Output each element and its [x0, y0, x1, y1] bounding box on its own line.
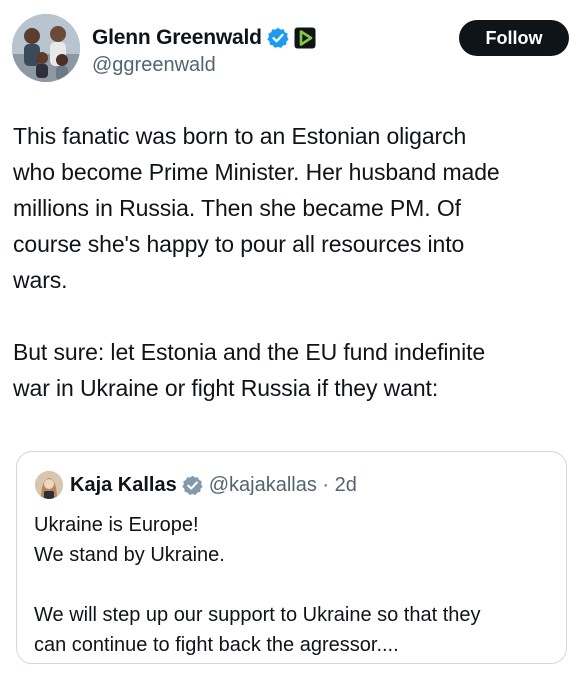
- tweet-header: Glenn Greenwald @ggreenwald Follow: [12, 14, 571, 86]
- quoted-tweet-header: Kaja Kallas @kajakallas · 2d: [35, 470, 357, 500]
- rumble-play-icon[interactable]: [294, 27, 316, 49]
- tweet-body-text: This fanatic was born to an Estonian oli…: [13, 123, 500, 401]
- author-handle[interactable]: @ggreenwald: [92, 54, 316, 77]
- quoted-tweet-card[interactable]: Kaja Kallas @kajakallas · 2d Ukraine is …: [16, 451, 567, 664]
- author-names: Glenn Greenwald @ggreenwald: [92, 24, 316, 77]
- quoted-tweet-text: Ukraine is Europe! We stand by Ukraine. …: [34, 514, 481, 656]
- quoted-author-display-name[interactable]: Kaja Kallas: [70, 474, 177, 497]
- avatar-photo-icon: [12, 14, 80, 82]
- author-display-name[interactable]: Glenn Greenwald: [92, 26, 262, 50]
- verified-badge-icon[interactable]: [267, 27, 289, 49]
- author-avatar[interactable]: [12, 14, 80, 82]
- verified-gray-badge-icon[interactable]: [182, 475, 203, 496]
- quoted-author-avatar[interactable]: [35, 471, 63, 499]
- display-name-row: Glenn Greenwald: [92, 24, 316, 52]
- follow-button[interactable]: Follow: [459, 20, 569, 56]
- quoted-author-handle-time[interactable]: @kajakallas · 2d: [209, 474, 357, 497]
- quoted-avatar-photo-icon: [35, 471, 63, 499]
